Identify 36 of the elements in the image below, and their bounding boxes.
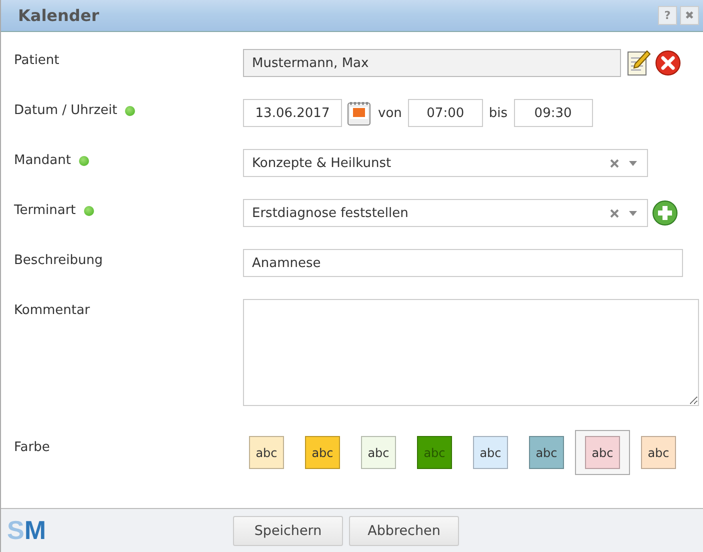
calendar-icon[interactable] bbox=[346, 99, 372, 127]
field-label: Farbe bbox=[14, 440, 50, 455]
caret-icon[interactable] bbox=[629, 210, 637, 216]
dropdown[interactable]: Erstdiagnose feststellen bbox=[243, 199, 648, 227]
color-swatch[interactable]: abc bbox=[641, 436, 676, 469]
caret-icon[interactable] bbox=[629, 160, 637, 166]
date-field[interactable]: 13.06.2017 bbox=[243, 99, 342, 127]
field-label: Beschreibung bbox=[14, 253, 103, 268]
from-label: von bbox=[378, 106, 402, 120]
clear-icon[interactable] bbox=[610, 158, 619, 168]
notepad-icon[interactable] bbox=[625, 49, 651, 77]
description-field[interactable]: Anamnese bbox=[243, 249, 683, 277]
field-label: Patient bbox=[14, 53, 60, 68]
color-swatch[interactable]: abc bbox=[473, 436, 508, 469]
to-label: bis bbox=[488, 106, 508, 120]
field-label: Terminart bbox=[14, 203, 76, 218]
end-time-field[interactable]: 09:30 bbox=[514, 99, 593, 127]
comment-field[interactable] bbox=[243, 299, 699, 406]
add-icon[interactable] bbox=[652, 200, 678, 226]
field-label: Datum / Uhrzeit bbox=[14, 103, 118, 118]
save-button[interactable]: Speichern bbox=[233, 516, 343, 546]
cancel-button[interactable]: Abbrechen bbox=[349, 516, 459, 546]
color-swatch[interactable]: abc bbox=[305, 436, 340, 469]
color-swatch[interactable]: abc bbox=[529, 436, 564, 469]
field-label: Mandant bbox=[14, 153, 71, 168]
start-time-field[interactable]: 07:00 bbox=[408, 99, 483, 127]
window-title: Kalender bbox=[18, 6, 100, 25]
color-swatch[interactable]: abc bbox=[585, 436, 620, 469]
dropdown[interactable]: Konzepte & Heilkunst bbox=[243, 149, 648, 177]
color-swatch[interactable]: abc bbox=[361, 436, 396, 469]
field-label: Kommentar bbox=[14, 303, 90, 318]
delete-icon[interactable] bbox=[655, 50, 681, 76]
color-swatch[interactable]: abc bbox=[249, 436, 284, 469]
clear-icon[interactable] bbox=[610, 208, 619, 218]
logo: SM bbox=[6, 515, 48, 546]
patient-field[interactable]: Mustermann, Max bbox=[243, 49, 621, 77]
